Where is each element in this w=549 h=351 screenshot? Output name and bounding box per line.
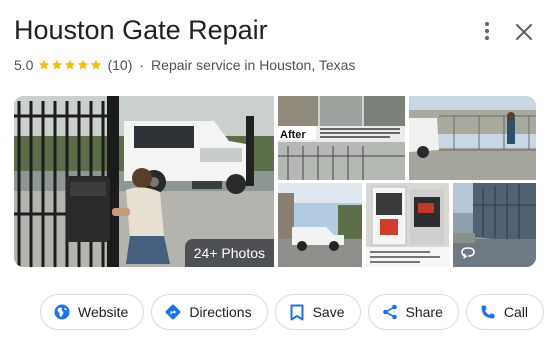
save-label: Save xyxy=(312,304,345,320)
website-button[interactable]: Website xyxy=(40,294,145,330)
call-button[interactable]: Call xyxy=(465,294,544,330)
review-count-link[interactable]: (10) xyxy=(107,57,132,73)
separator-dot: · xyxy=(139,57,145,73)
place-category: Repair service in Houston, Texas xyxy=(151,57,356,73)
close-icon xyxy=(516,24,532,40)
more-options-button[interactable] xyxy=(476,20,498,42)
star-rating xyxy=(38,59,102,71)
rating-value: 5.0 xyxy=(14,57,34,73)
photo-tile[interactable]: After xyxy=(278,96,405,180)
bookmark-icon xyxy=(288,303,306,321)
directions-label: Directions xyxy=(189,304,252,320)
360-view-icon xyxy=(461,247,475,259)
place-title: Houston Gate Repair xyxy=(14,15,268,45)
more-vert-icon xyxy=(485,22,489,40)
main-photo[interactable]: 24+ Photos xyxy=(14,96,274,267)
share-label: Share xyxy=(405,304,443,320)
photo-tile[interactable] xyxy=(278,183,362,267)
directions-icon xyxy=(164,303,182,321)
star-icon xyxy=(91,59,102,70)
close-button[interactable] xyxy=(512,20,536,44)
photo-tile[interactable] xyxy=(409,96,536,180)
photo-gallery: 24+ Photos After xyxy=(14,96,536,267)
rating-row: 5.0 (10) · Repair service in Houston, Te… xyxy=(14,55,355,75)
after-label: After xyxy=(280,129,306,141)
call-label: Call xyxy=(503,304,528,320)
star-icon xyxy=(39,59,50,70)
place-panel: Houston Gate Repair 5.0 (10) · Repair se… xyxy=(0,0,549,351)
photo-count-badge[interactable]: 24+ Photos xyxy=(184,239,274,267)
action-buttons: Website Directions Save Share Call xyxy=(40,294,544,330)
directions-button[interactable]: Directions xyxy=(151,294,268,330)
globe-icon xyxy=(53,303,71,321)
phone-icon xyxy=(479,303,497,321)
street-view-tile[interactable] xyxy=(453,183,536,267)
share-button[interactable]: Share xyxy=(367,294,459,330)
star-icon xyxy=(65,59,76,70)
star-icon xyxy=(78,59,89,70)
star-icon xyxy=(52,59,63,70)
photo-tile[interactable] xyxy=(366,183,449,267)
website-label: Website xyxy=(78,304,129,320)
share-icon xyxy=(381,303,399,321)
save-button[interactable]: Save xyxy=(274,294,361,330)
